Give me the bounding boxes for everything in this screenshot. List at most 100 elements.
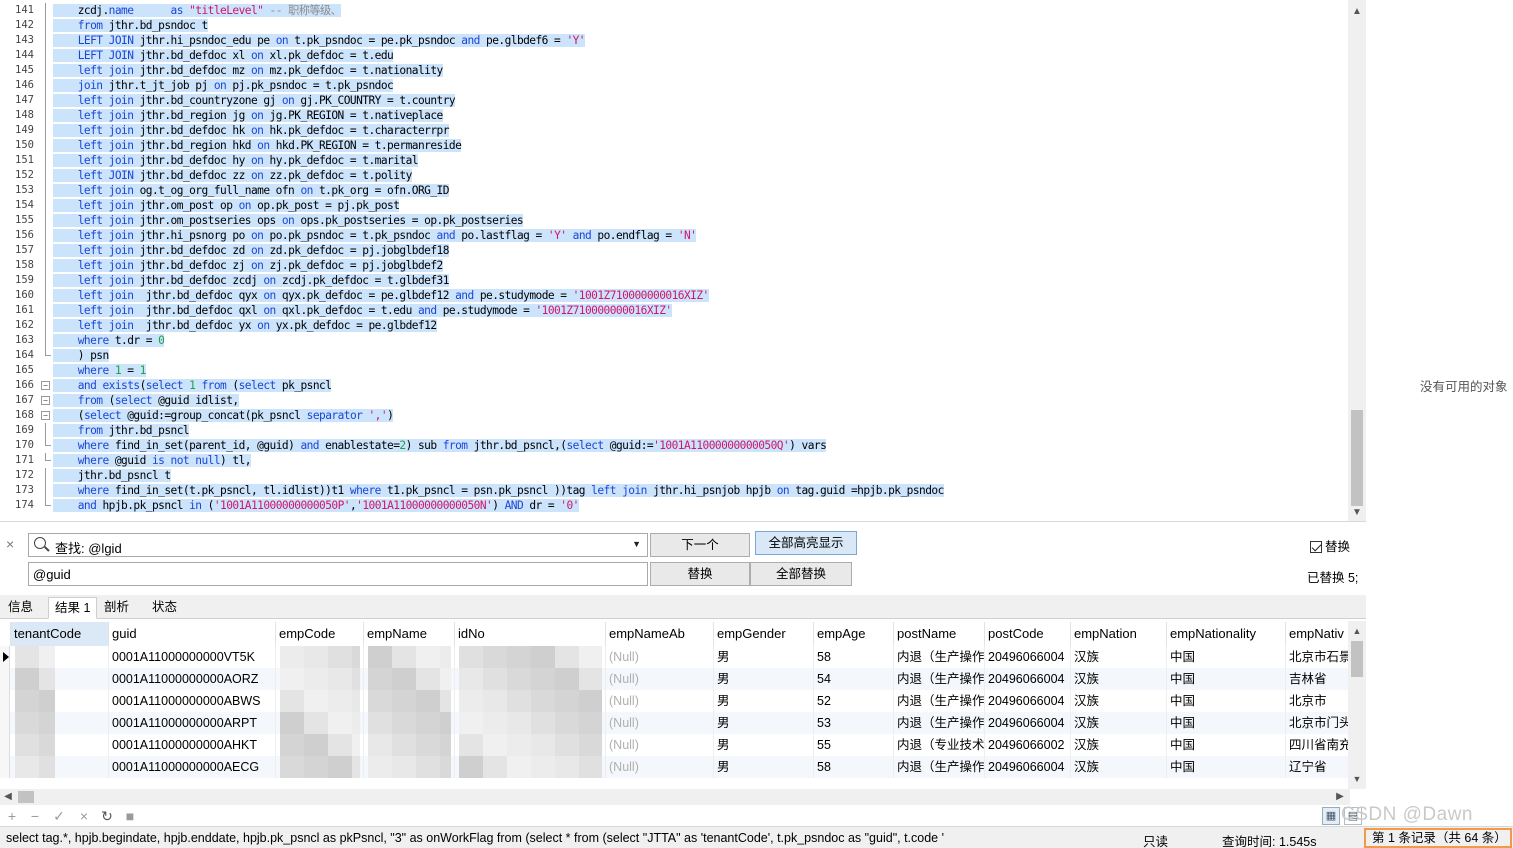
cell-postCode[interactable]: 20496066004	[985, 690, 1071, 712]
cell-empNameAb[interactable]: (Null)	[606, 646, 714, 668]
replace-checkbox[interactable]: 替换	[1310, 536, 1350, 555]
editor-vertical-scrollbar[interactable]: ▲ ▼	[1348, 0, 1366, 521]
cell-empGender[interactable]: 男	[714, 756, 814, 778]
find-next-button[interactable]: 下一个	[650, 533, 750, 557]
cell-tenantCode[interactable]	[11, 690, 109, 712]
code-line[interactable]: left JOIN jthr.bd_defdoc zz on zz.pk_def…	[53, 168, 1346, 183]
cell-empNationality[interactable]: 中国	[1167, 734, 1286, 756]
cell-empCode[interactable]	[276, 734, 364, 756]
current-row-indicator[interactable]	[0, 646, 10, 668]
code-line[interactable]: left join jthr.bd_defdoc zd on zd.pk_def…	[53, 243, 1346, 258]
replace-input[interactable]: @guid	[28, 562, 648, 586]
replace-all-button[interactable]: 全部替换	[750, 562, 852, 586]
cell-empAge[interactable]: 58	[814, 646, 894, 668]
code-line[interactable]: LEFT JOIN jthr.bd_defdoc xl on xl.pk_def…	[53, 48, 1346, 63]
code-line[interactable]: left join jthr.bd_region jg on jg.PK_REG…	[53, 108, 1346, 123]
column-header-postCode[interactable]: postCode	[985, 622, 1071, 646]
cell-empNativ[interactable]: 吉林省	[1286, 668, 1350, 690]
column-header-empNameAb[interactable]: empNameAb	[606, 622, 714, 646]
code-line[interactable]: from jthr.bd_psncl	[53, 423, 1346, 438]
column-header-empName[interactable]: empName	[364, 622, 455, 646]
cell-tenantCode[interactable]	[11, 668, 109, 690]
cell-postName[interactable]: 内退（专业技术)	[894, 734, 985, 756]
cell-idNo[interactable]	[455, 668, 606, 690]
code-line[interactable]: where find_in_set(parent_id, @guid) and …	[53, 438, 1346, 453]
cell-empNation[interactable]: 汉族	[1071, 756, 1167, 778]
cell-empGender[interactable]: 男	[714, 668, 814, 690]
cancel-icon[interactable]: ×	[76, 808, 92, 824]
cell-guid[interactable]: 0001A11000000000AHKT	[109, 734, 276, 756]
cell-empNation[interactable]: 汉族	[1071, 734, 1167, 756]
cell-empNation[interactable]: 汉族	[1071, 668, 1167, 690]
cell-idNo[interactable]	[455, 712, 606, 734]
cell-empNativ[interactable]: 辽宁省	[1286, 756, 1350, 778]
cell-empCode[interactable]	[276, 668, 364, 690]
cell-empAge[interactable]: 55	[814, 734, 894, 756]
code-line[interactable]: left join jthr.bd_defdoc hy on hy.pk_def…	[53, 153, 1346, 168]
replace-button[interactable]: 替换	[650, 562, 750, 586]
table-row[interactable]: 0001A11000000000AORZ (Null) 男 54 内退（生产操作) 204…	[0, 668, 1350, 690]
cell-guid[interactable]: 0001A11000000000AECG	[109, 756, 276, 778]
cell-postCode[interactable]: 20496066004	[985, 646, 1071, 668]
fold-toggle-icon[interactable]: −	[41, 396, 50, 405]
code-line[interactable]: (select @guid:=group_concat(pk_psncl sep…	[53, 408, 1346, 423]
table-row[interactable]: 0001A11000000000VT5K (Null) 男 58 内退（生产操作) 204…	[0, 646, 1350, 668]
code-line[interactable]: left join jthr.hi_psnorg po on po.pk_psn…	[53, 228, 1346, 243]
cell-postCode[interactable]: 20496066004	[985, 712, 1071, 734]
code-line[interactable]: where find_in_set(t.pk_psncl, tl.idlist)…	[53, 483, 1346, 498]
code-line[interactable]: where @guid is not null) tl,	[53, 453, 1346, 468]
code-line[interactable]: left join jthr.bd_defdoc mz on mz.pk_def…	[53, 63, 1346, 78]
code-line[interactable]: left join og.t_og_org_full_name ofn on t…	[53, 183, 1346, 198]
scrollbar-thumb[interactable]	[18, 791, 34, 803]
tab-result-1[interactable]: 结果 1	[48, 597, 98, 619]
code-line[interactable]: where 1 = 1	[53, 363, 1346, 378]
cell-empGender[interactable]: 男	[714, 690, 814, 712]
code-line[interactable]: left join jthr.bd_region hkd on hkd.PK_R…	[53, 138, 1346, 153]
cell-idNo[interactable]	[455, 690, 606, 712]
code-line[interactable]: and exists(select 1 from (select pk_psnc…	[53, 378, 1346, 393]
row-marker[interactable]	[0, 668, 10, 690]
cell-empNameAb[interactable]: (Null)	[606, 734, 714, 756]
cell-empNameAb[interactable]: (Null)	[606, 690, 714, 712]
code-line[interactable]: left join jthr.bd_defdoc zj on zj.pk_def…	[53, 258, 1346, 273]
code-line[interactable]: left join jthr.bd_defdoc hk on hk.pk_def…	[53, 123, 1346, 138]
scroll-up-icon[interactable]: ▲	[1348, 623, 1366, 639]
cell-tenantCode[interactable]	[11, 756, 109, 778]
code-area[interactable]: zcdj.name as "titleLevel" -- 职称等级、 from …	[53, 3, 1346, 513]
result-grid[interactable]: tenantCode guid empCode empName idNo empNameA…	[0, 621, 1366, 789]
tab-profile[interactable]: 剖析	[98, 597, 135, 619]
scrollbar-thumb[interactable]	[1351, 641, 1363, 677]
cell-idNo[interactable]	[455, 734, 606, 756]
cell-empCode[interactable]	[276, 712, 364, 734]
stop-icon[interactable]: ■	[122, 808, 138, 824]
cell-empGender[interactable]: 男	[714, 734, 814, 756]
cell-empName[interactable]	[364, 756, 455, 778]
table-row[interactable]: 0001A11000000000ARPT (Null) 男 53 内退（生产操作) 204…	[0, 712, 1350, 734]
cell-postName[interactable]: 内退（生产操作)	[894, 668, 985, 690]
cell-empNation[interactable]: 汉族	[1071, 712, 1167, 734]
code-line[interactable]: left join jthr.om_post op on op.pk_post …	[53, 198, 1346, 213]
cell-tenantCode[interactable]	[11, 734, 109, 756]
code-line[interactable]: from jthr.bd_psndoc t	[53, 18, 1346, 33]
cell-guid[interactable]: 0001A11000000000ABWS	[109, 690, 276, 712]
code-line[interactable]: LEFT JOIN jthr.hi_psndoc_edu pe on t.pk_…	[53, 33, 1346, 48]
scroll-down-icon[interactable]: ▼	[1348, 504, 1366, 521]
refresh-icon[interactable]: ↻	[99, 808, 115, 824]
code-line[interactable]: and hpjb.pk_psncl in ('1001A110000000000…	[53, 498, 1346, 513]
cell-postCode[interactable]: 20496066002	[985, 734, 1071, 756]
cell-empNativ[interactable]: 北京市门头	[1286, 712, 1350, 734]
remove-icon[interactable]: −	[27, 808, 43, 824]
code-line[interactable]: zcdj.name as "titleLevel" -- 职称等级、	[53, 3, 1346, 18]
close-icon[interactable]: ×	[6, 536, 14, 552]
scrollbar-thumb[interactable]	[1351, 410, 1363, 506]
cell-empNation[interactable]: 汉族	[1071, 690, 1167, 712]
tab-info[interactable]: 信息	[2, 597, 39, 619]
fold-toggle-icon[interactable]: −	[41, 381, 50, 390]
cell-empNationality[interactable]: 中国	[1167, 712, 1286, 734]
cell-empName[interactable]	[364, 734, 455, 756]
cell-empAge[interactable]: 54	[814, 668, 894, 690]
column-header-postName[interactable]: postName	[894, 622, 985, 646]
cell-empCode[interactable]	[276, 646, 364, 668]
cell-idNo[interactable]	[455, 646, 606, 668]
cell-empNation[interactable]: 汉族	[1071, 646, 1167, 668]
